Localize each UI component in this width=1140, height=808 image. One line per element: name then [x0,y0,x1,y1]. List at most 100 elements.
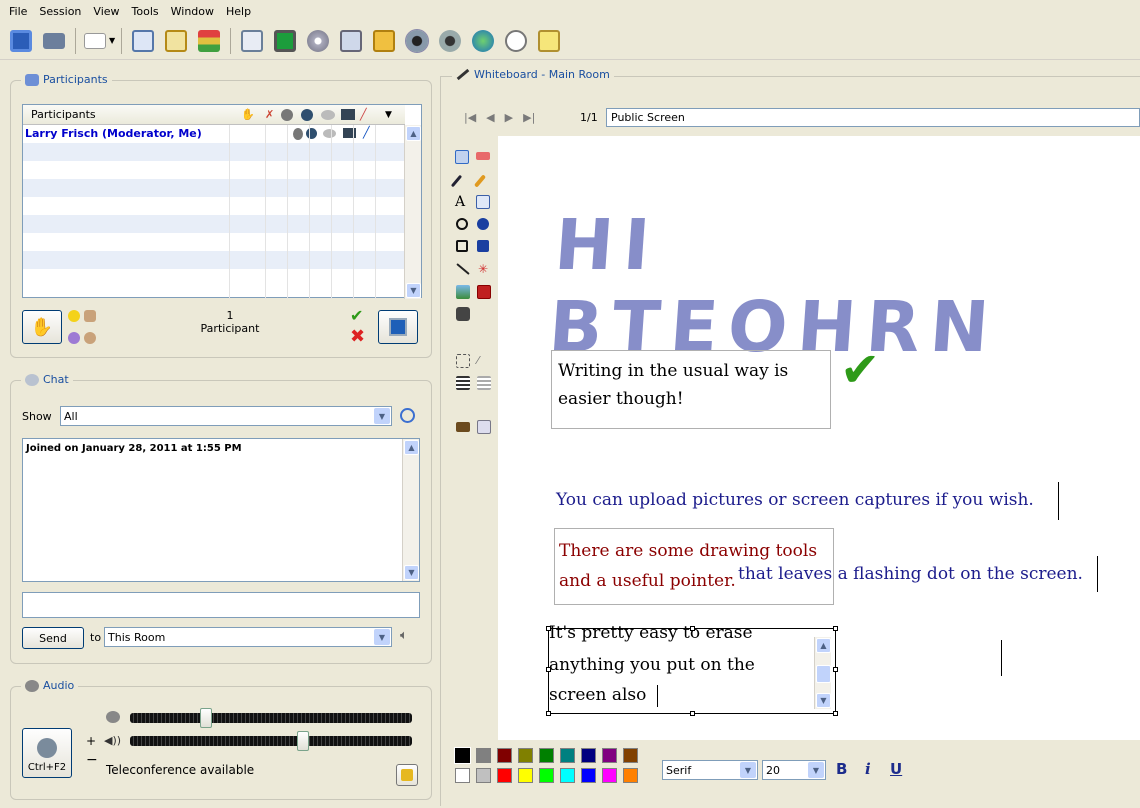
projector-icon[interactable] [237,26,267,56]
color-swatch[interactable] [518,748,533,763]
first-page-icon[interactable]: |◀ [450,111,476,124]
save-icon[interactable] [6,26,36,56]
chat-input[interactable] [22,592,420,618]
menu-window[interactable]: Window [166,5,221,18]
select-area-icon[interactable] [456,354,470,368]
scroll-down-icon[interactable]: ▼ [816,693,831,708]
screen-name-field[interactable]: Public Screen [606,108,1140,127]
color-swatch[interactable] [602,768,617,783]
layout-icon[interactable] [82,26,108,56]
status-column-icon[interactable]: ✗ [265,108,274,121]
applause-icon[interactable] [84,310,96,322]
open-folder-icon[interactable] [456,422,470,432]
resize-handle[interactable] [546,711,551,716]
document-icon[interactable] [128,26,158,56]
globe-icon[interactable] [468,26,498,56]
font-family-select[interactable]: Serif ▼ [662,760,758,780]
webcam-user-icon[interactable] [435,26,465,56]
scroll-up-icon[interactable]: ▲ [406,126,421,141]
color-swatch[interactable] [539,768,554,783]
check-icon[interactable]: ✔ [350,306,363,325]
color-swatch[interactable] [455,768,470,783]
color-swatch[interactable] [497,768,512,783]
chevron-down-icon[interactable]: ▼ [740,762,756,778]
checkmark-icon[interactable]: ✔ [840,342,880,398]
underline-button[interactable]: U [890,760,902,778]
color-swatch[interactable] [497,748,512,763]
speaker-level-slider[interactable] [130,731,412,751]
disc-icon[interactable] [303,26,333,56]
menu-tools[interactable]: Tools [127,5,166,18]
whiteboard-canvas[interactable]: HI BTEOHRN Writing in the usual way is e… [498,136,1140,740]
clock-icon[interactable] [400,408,415,423]
resize-handle[interactable] [690,711,695,716]
chevron-down-icon[interactable]: ▼ [385,110,392,120]
show-filter-select[interactable]: All ▼ [60,406,392,426]
upload-text[interactable]: You can upload pictures or screen captur… [556,490,1034,510]
color-swatch[interactable] [560,748,575,763]
webcam-column-icon[interactable] [301,108,313,121]
raise-hand-button[interactable]: ✋ [22,310,62,344]
chevron-down-icon[interactable]: ▼ [109,36,115,45]
color-swatch[interactable] [476,768,491,783]
last-page-icon[interactable]: ▶| [523,111,535,124]
color-swatch[interactable] [602,748,617,763]
resize-handle[interactable] [690,626,695,631]
color-swatch[interactable] [476,748,491,763]
scroll-up-icon[interactable]: ▲ [404,440,419,455]
chat-scrollbar[interactable]: ▲ ▼ [402,439,419,581]
resize-icon[interactable]: ⁄ [477,354,491,368]
chevron-down-icon[interactable]: ▼ [374,629,390,645]
resize-handle[interactable] [546,667,551,672]
rectangle-tool-icon[interactable] [456,240,468,252]
leave-room-button[interactable] [378,310,418,344]
send-button[interactable]: Send [22,627,84,649]
color-swatch[interactable] [623,748,638,763]
clear-page-icon[interactable] [477,420,491,434]
scroll-down-icon[interactable]: ▼ [406,283,421,298]
pointer-tool-icon[interactable]: ✳ [478,262,492,276]
teleconference-button[interactable] [396,764,418,786]
scroll-up-icon[interactable]: ▲ [816,638,831,653]
chevron-down-icon[interactable]: ▼ [374,408,390,424]
eraser-tool-icon[interactable] [476,152,490,160]
mic-slider-thumb[interactable] [200,708,213,728]
scroll-thumb[interactable] [816,665,831,683]
color-swatch[interactable] [539,748,554,763]
chevron-down-icon[interactable]: ▼ [808,762,824,778]
select-tool-icon[interactable] [455,150,469,164]
pointer-text[interactable]: that leaves a flashing dot on the screen… [738,564,1083,584]
send-back-icon[interactable] [477,376,491,390]
webcam-icon[interactable] [402,26,432,56]
italic-button[interactable]: i [865,760,871,778]
highlighter-tool-icon[interactable] [473,174,487,188]
resize-handle[interactable] [833,667,838,672]
notepad-icon[interactable] [534,26,564,56]
microphone-button[interactable]: Ctrl+F2 [22,728,72,778]
bring-front-icon[interactable] [456,376,470,390]
color-swatch[interactable] [518,768,533,783]
camera-tool-icon[interactable] [456,307,470,321]
prev-page-icon[interactable]: ◀ [486,111,494,124]
sad-icon[interactable] [68,332,80,344]
text-box-writing[interactable]: Writing in the usual way is easier thoug… [551,350,831,429]
circle-tool-icon[interactable] [456,218,468,230]
recipient-select[interactable]: This Room ▼ [104,627,392,647]
bold-button[interactable]: B [836,760,847,778]
resize-handle[interactable] [833,711,838,716]
filled-rectangle-tool-icon[interactable] [477,240,489,252]
image-tool-icon[interactable] [456,285,470,299]
resize-handle[interactable] [833,626,838,631]
monitor-icon[interactable] [270,26,300,56]
textbox-tool-icon[interactable] [476,195,490,209]
timer-icon[interactable] [501,26,531,56]
smile-icon[interactable] [68,310,80,322]
participants-column-header[interactable]: Participants [23,108,233,121]
color-swatch[interactable] [454,747,471,764]
color-swatch[interactable] [623,768,638,783]
chat-column-icon[interactable] [321,109,335,120]
next-page-icon[interactable]: ▶ [505,111,513,124]
cross-icon[interactable]: ✖ [350,326,365,347]
font-size-select[interactable]: 20 ▼ [762,760,826,780]
resize-handle[interactable] [546,626,551,631]
